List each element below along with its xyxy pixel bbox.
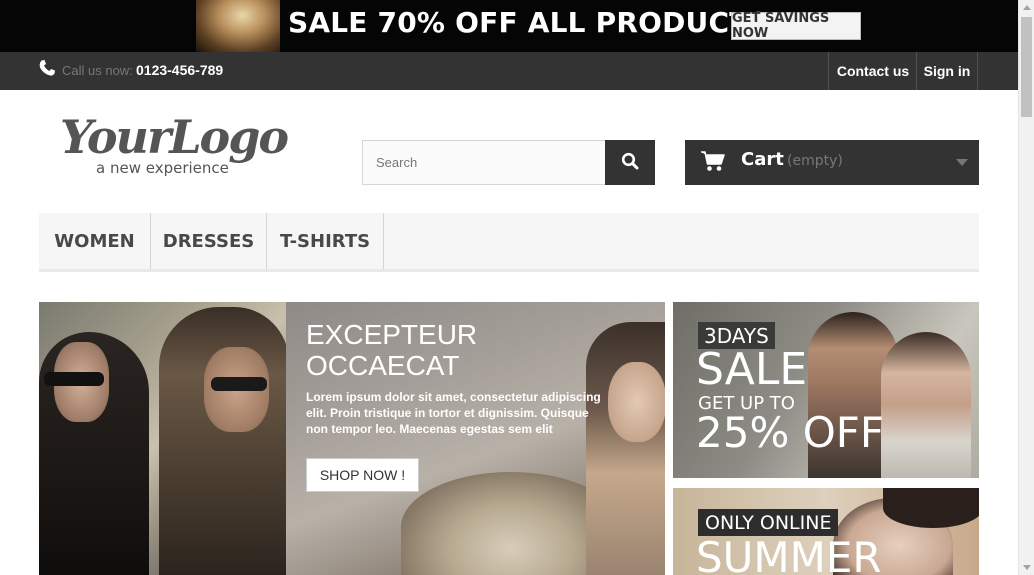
- scroll-up-arrow-icon[interactable]: [1023, 5, 1031, 10]
- slide-title: EXCEPTEUR OCCAECAT: [306, 319, 646, 381]
- chevron-down-icon: [956, 159, 968, 166]
- logo-wordmark: YourLogo: [60, 110, 289, 164]
- sign-in-link[interactable]: Sign in: [916, 52, 978, 90]
- contact-us-link[interactable]: Contact us: [828, 52, 917, 90]
- banner-model-woman: [881, 332, 971, 478]
- search-icon: [621, 152, 639, 174]
- menu-item-tshirts[interactable]: T-SHIRTS: [267, 213, 384, 269]
- slide-title-line2: OCCAECAT: [306, 350, 460, 381]
- banner-only-online-tag: ONLY ONLINE: [698, 509, 839, 536]
- call-us-label: Call us now:: [62, 63, 133, 78]
- sunglasses-shape: [44, 372, 104, 386]
- banner-summer-headline: SUMMER: [696, 533, 882, 575]
- menu-item-women[interactable]: WOMEN: [39, 213, 151, 269]
- slide-description: Lorem ipsum dolor sit amet, consectetur …: [306, 390, 601, 436]
- banner-model-hair: [883, 488, 979, 528]
- banner-sale-headline: SALE: [696, 344, 808, 395]
- top-navigation-bar: Call us now: 0123-456-789 Contact us Sig…: [0, 52, 1018, 90]
- main-menu: WOMEN DRESSES T-SHIRTS: [39, 213, 979, 272]
- phone-number: 0123-456-789: [136, 62, 224, 78]
- page-scrollbar[interactable]: [1018, 0, 1034, 575]
- cart-label: Cart: [741, 149, 784, 170]
- scroll-thumb[interactable]: [1021, 17, 1032, 117]
- scroll-down-arrow-icon[interactable]: [1023, 565, 1031, 570]
- promo-model-image: [196, 0, 280, 52]
- shop-now-button[interactable]: SHOP NOW !: [306, 458, 419, 492]
- cart-icon: [701, 150, 725, 172]
- cart-status: (empty): [787, 153, 843, 169]
- search-input[interactable]: [362, 140, 606, 185]
- sunglasses-shape: [211, 377, 267, 391]
- banner-discount-amount: 25% OFF: [696, 408, 885, 457]
- promo-banner[interactable]: SALE 70% OFF ALL PRODUCTS GET SAVINGS NO…: [0, 0, 1018, 52]
- menu-item-dresses[interactable]: DRESSES: [151, 213, 267, 269]
- promo-headline: SALE 70% OFF ALL PRODUCTS: [288, 6, 769, 39]
- get-savings-button[interactable]: GET SAVINGS NOW: [731, 11, 861, 41]
- cart-button[interactable]: Cart (empty): [685, 140, 979, 185]
- logo-tagline: a new experience: [96, 159, 229, 177]
- slide-title-line1: EXCEPTEUR: [306, 319, 478, 350]
- search-button[interactable]: [605, 140, 655, 185]
- site-logo[interactable]: YourLogo a new experience: [60, 108, 300, 183]
- phone-icon: [38, 59, 56, 77]
